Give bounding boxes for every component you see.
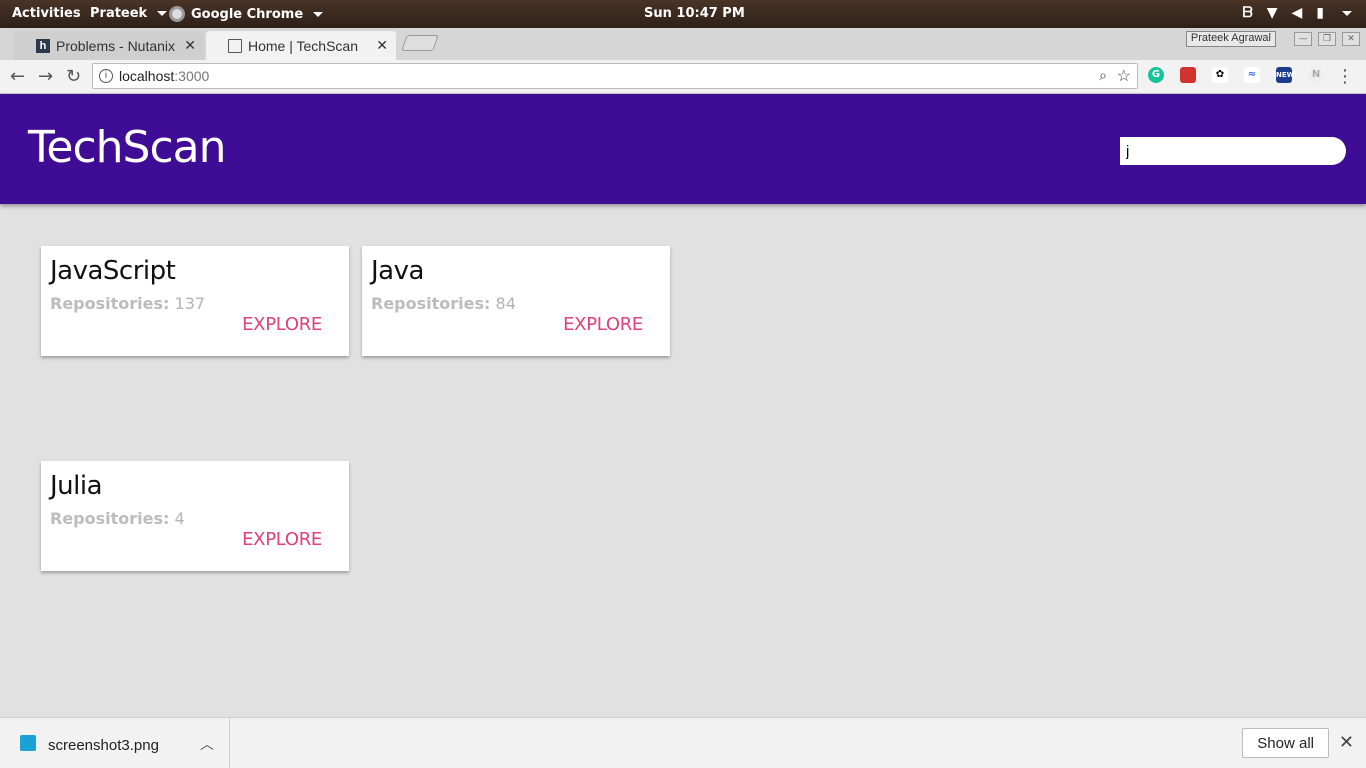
bookmark-star-icon[interactable]: ☆ xyxy=(1117,66,1131,86)
download-filename: screenshot3.png xyxy=(48,737,159,754)
app-menu[interactable]: Google Chrome xyxy=(169,6,324,22)
repositories-label: Repositories: xyxy=(50,294,170,313)
repositories-value: 84 xyxy=(495,294,516,313)
brand-logo[interactable]: TechScan xyxy=(28,122,227,173)
profile-button[interactable]: Prateek Agrawal xyxy=(1185,31,1276,47)
close-icon[interactable]: ✕ xyxy=(1339,732,1354,753)
tab-title: Home | TechScan xyxy=(248,37,358,54)
tab-problems[interactable]: h Problems - Nutanix ✕ xyxy=(14,31,204,60)
chevron-up-icon[interactable]: ︿ xyxy=(200,734,214,754)
system-tray[interactable]: ᗷ ▼ ◀ ▮ xyxy=(1243,5,1352,21)
repositories-count: Repositories: 137 xyxy=(50,294,205,313)
wifi-icon[interactable]: ▼ xyxy=(1267,5,1278,21)
repositories-value: 137 xyxy=(174,294,206,313)
clock[interactable]: Sun 10:47 PM xyxy=(644,6,745,21)
new-tab-button[interactable] xyxy=(401,35,439,51)
explore-button[interactable]: EXPLORE xyxy=(242,529,322,550)
close-icon[interactable]: ✕ xyxy=(376,37,388,54)
tab-strip: h Problems - Nutanix ✕ Home | TechScan ✕ xyxy=(0,28,1366,60)
news-extension-icon[interactable]: NEW xyxy=(1276,67,1294,83)
app-label: Google Chrome xyxy=(191,6,304,22)
system-top-bar: Activities Prateek Google Chrome Sun 10:… xyxy=(0,0,1366,28)
url-host: localhost xyxy=(119,68,175,84)
chevron-down-icon xyxy=(157,11,168,16)
battery-icon[interactable]: ▮ xyxy=(1316,5,1324,21)
language-name: JavaScript xyxy=(50,256,176,286)
activities-button[interactable]: Activities xyxy=(12,6,81,21)
image-file-icon xyxy=(20,735,36,751)
repositories-count: Repositories: 4 xyxy=(50,509,185,528)
back-icon[interactable]: ← xyxy=(10,66,25,87)
download-item[interactable]: screenshot3.png ︿ xyxy=(0,718,230,768)
explore-button[interactable]: EXPLORE xyxy=(563,314,643,335)
bing-icon[interactable]: ᗷ xyxy=(1243,5,1253,21)
forward-icon[interactable]: → xyxy=(38,66,53,87)
minimize-icon[interactable]: — xyxy=(1294,32,1312,46)
grammarly-icon[interactable]: G xyxy=(1148,67,1164,83)
language-card-java: Java Repositories: 84 EXPLORE xyxy=(362,246,670,356)
gnome-extension-icon[interactable]: ✿ xyxy=(1212,67,1228,83)
repositories-count: Repositories: 84 xyxy=(371,294,516,313)
n-extension-icon[interactable]: N xyxy=(1308,67,1324,83)
info-icon[interactable]: i xyxy=(99,69,113,83)
chevron-down-icon xyxy=(313,11,324,17)
hackerearth-icon: h xyxy=(36,38,50,53)
navigation-bar: ← → ↻ i localhost:3000 ⌕ ☆ G ✿ ≈ NEW N ⋮ xyxy=(0,60,1366,94)
language-name: Java xyxy=(371,256,424,286)
url-text: localhost:3000 xyxy=(119,68,209,84)
language-card-javascript: JavaScript Repositories: 137 EXPLORE xyxy=(41,246,349,356)
search-input[interactable] xyxy=(1120,137,1346,165)
repositories-label: Repositories: xyxy=(50,509,170,528)
show-all-button[interactable]: Show all xyxy=(1242,728,1329,758)
sync-extension-icon[interactable]: ≈ xyxy=(1244,67,1260,83)
download-bar: screenshot3.png ︿ Show all ✕ xyxy=(0,717,1366,768)
close-icon[interactable]: ✕ xyxy=(1342,32,1360,46)
language-card-julia: Julia Repositories: 4 EXPLORE xyxy=(41,461,349,571)
tab-title: Problems - Nutanix xyxy=(56,37,176,54)
maximize-icon[interactable]: ❐ xyxy=(1318,32,1336,46)
tab-techscan[interactable]: Home | TechScan ✕ xyxy=(206,31,396,60)
repositories-value: 4 xyxy=(174,509,185,528)
url-port: :3000 xyxy=(174,68,210,84)
address-bar[interactable]: i localhost:3000 ⌕ ☆ xyxy=(92,63,1138,89)
clock-label: Sun 10:47 PM xyxy=(644,6,745,21)
close-icon[interactable]: ✕ xyxy=(184,37,196,54)
chrome-icon xyxy=(169,6,185,22)
page-icon xyxy=(228,38,242,53)
explore-button[interactable]: EXPLORE xyxy=(242,314,322,335)
window-controls: — ❐ ✕ xyxy=(1294,32,1360,46)
volume-icon[interactable]: ◀ xyxy=(1292,5,1303,21)
activities-label: Activities xyxy=(12,6,81,21)
book-extension-icon[interactable] xyxy=(1180,67,1196,83)
chevron-down-icon[interactable] xyxy=(1342,10,1352,16)
menu-icon[interactable]: ⋮ xyxy=(1336,66,1354,87)
user-menu[interactable]: Prateek xyxy=(90,6,168,21)
reload-icon[interactable]: ↻ xyxy=(66,66,81,87)
repositories-label: Repositories: xyxy=(371,294,491,313)
language-name: Julia xyxy=(50,471,103,501)
user-label: Prateek xyxy=(90,6,148,21)
zoom-icon[interactable]: ⌕ xyxy=(1099,67,1107,84)
app-header: TechScan xyxy=(0,94,1366,204)
